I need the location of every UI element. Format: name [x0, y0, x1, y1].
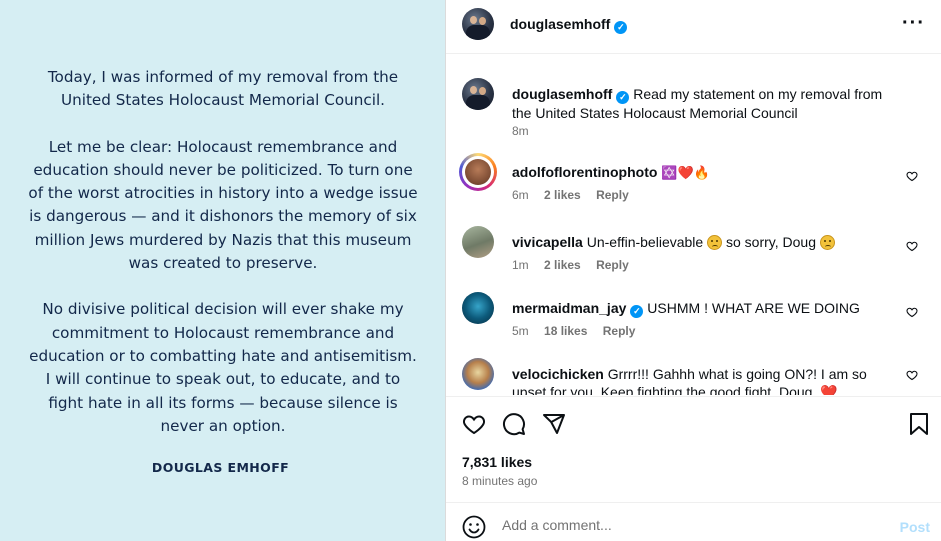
post-time[interactable]: 8 minutes ago [462, 474, 537, 488]
verified-badge-icon: ✓ [630, 305, 644, 318]
comment-bubble-icon[interactable] [502, 412, 526, 436]
comment-body: mermaidman_jay ✓ USHMM ! WHAT ARE WE DOIN… [512, 299, 902, 318]
comment-body: velocichicken Grrrr!!! Gahhh what is goi… [512, 365, 902, 395]
comment-meta: 1m 2 likes Reply [512, 258, 641, 272]
comment-row: adolfoflorentinophoto ✡️❤️🔥 6m 2 likes R… [459, 153, 926, 206]
comment-like-heart-icon[interactable] [906, 170, 918, 182]
author-avatar[interactable] [462, 8, 494, 40]
comment-body: adolfoflorentinophoto ✡️❤️🔥 [512, 163, 902, 182]
comment-meta: 5m 18 likes Reply [512, 324, 647, 338]
comment-avatar[interactable] [462, 358, 494, 390]
verified-badge-icon: ✓ [614, 21, 628, 34]
comment-username[interactable]: vivicapella [512, 234, 583, 250]
comment-composer: Post [446, 502, 941, 541]
comment-text: ✡️❤️🔥 [661, 165, 710, 180]
comment-username[interactable]: adolfoflorentinophoto [512, 164, 657, 180]
post-button[interactable]: Post [900, 519, 930, 535]
reply-button[interactable]: Reply [596, 188, 629, 202]
comment-time[interactable]: 5m [512, 324, 529, 338]
statement-paragraph-1: Today, I was informed of my removal from… [47, 68, 399, 110]
comment-likes[interactable]: 18 likes [544, 324, 587, 338]
comment-like-heart-icon[interactable] [906, 306, 918, 318]
comment-meta: 6m 2 likes Reply [512, 188, 641, 202]
caption-row: douglasemhoff ✓ Read my statement on my r… [462, 78, 926, 138]
statement-text: Today, I was informed of my removal from… [28, 66, 418, 461]
comment-like-heart-icon[interactable] [906, 240, 918, 252]
post-side-panel: douglasemhoff ✓ ··· douglasemhoff ✓ Read m… [445, 0, 941, 541]
author-username[interactable]: douglasemhoff ✓ [510, 16, 628, 34]
comment-text-continued: so sorry, Doug [725, 234, 816, 250]
caption-username[interactable]: douglasemhoff [512, 86, 612, 102]
author-username-text[interactable]: douglasemhoff [510, 16, 610, 32]
comment-avatar[interactable] [462, 292, 494, 324]
emoji-icon[interactable] [462, 515, 486, 539]
comment-username[interactable]: velocichicken [512, 366, 604, 382]
like-heart-icon[interactable] [462, 412, 486, 436]
caption-body: douglasemhoff ✓ Read my statement on my r… [512, 85, 902, 122]
comment-input[interactable] [502, 517, 882, 533]
comment-text: Un-effin-believable [586, 234, 704, 250]
caption-meta: 8m [512, 124, 541, 138]
caption-avatar[interactable] [462, 78, 494, 110]
ellipsis-icon[interactable]: ··· [902, 12, 925, 35]
statement-paragraph-2: Let me be clear: Holocaust remembrance a… [28, 137, 418, 273]
comment-row: mermaidman_jay ✓ USHMM ! WHAT ARE WE DOIN… [462, 292, 926, 342]
reply-button[interactable]: Reply [603, 324, 636, 338]
comment-row: velocichicken Grrrr!!! Gahhh what is goi… [462, 358, 926, 395]
sad-face-emoji-icon [707, 235, 723, 250]
comments-list[interactable]: douglasemhoff ✓ Read my statement on my r… [446, 55, 941, 395]
comment-text: USHMM ! WHAT ARE WE DOING [647, 300, 860, 316]
comment-username[interactable]: mermaidman_jay [512, 300, 626, 316]
comment-body: vivicapella Un-effin-believable so sorry… [512, 233, 902, 251]
save-bookmark-icon[interactable] [908, 412, 930, 436]
comment-like-heart-icon[interactable] [906, 369, 918, 381]
statement-paragraph-3: No divisive political decision will ever… [29, 300, 417, 435]
likes-count[interactable]: 7,831 likes [462, 454, 532, 470]
post-image[interactable]: Today, I was informed of my removal from… [0, 0, 445, 541]
sad-face-emoji-icon [819, 235, 835, 250]
reply-button[interactable]: Reply [596, 258, 629, 272]
comment-row: vivicapella Un-effin-believable so sorry… [462, 226, 926, 276]
verified-badge-icon: ✓ [616, 91, 630, 104]
share-paper-plane-icon[interactable] [542, 412, 566, 436]
comment-likes[interactable]: 2 likes [544, 258, 581, 272]
comment-likes[interactable]: 2 likes [544, 188, 581, 202]
comment-time[interactable]: 1m [512, 258, 529, 272]
caption-time[interactable]: 8m [512, 124, 529, 138]
post-actions: 7,831 likes 8 minutes ago Post [446, 396, 941, 541]
comment-time[interactable]: 6m [512, 188, 529, 202]
statement-signature: DOUGLAS EMHOFF [151, 460, 290, 475]
comment-avatar[interactable] [462, 226, 494, 258]
post-header: douglasemhoff ✓ ··· [446, 0, 941, 54]
comment-avatar[interactable] [459, 153, 497, 191]
